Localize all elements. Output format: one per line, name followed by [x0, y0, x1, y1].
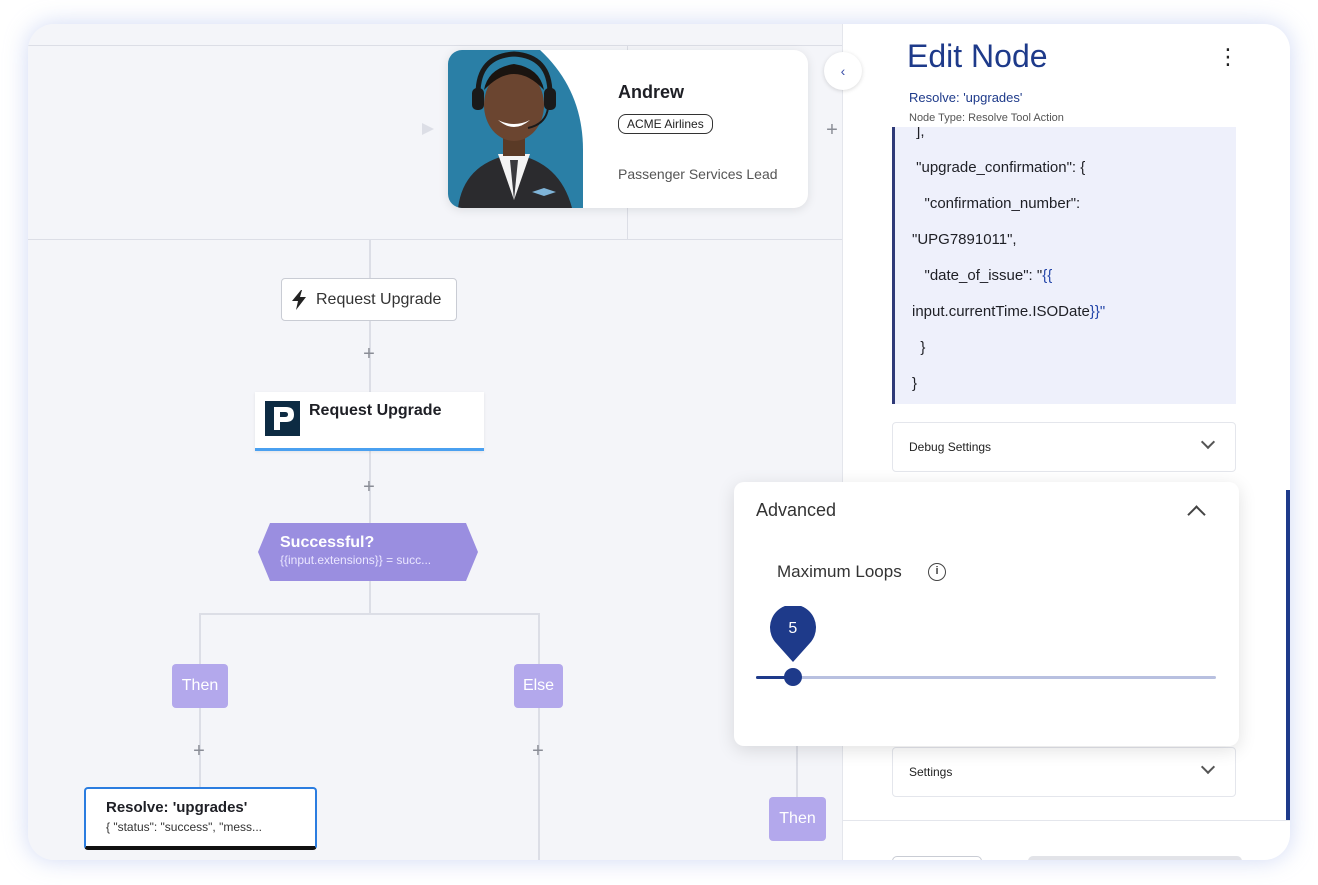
node-name: Resolve: 'upgrades' — [909, 90, 1023, 105]
canvas-divider-line — [28, 239, 842, 240]
agent-name: Andrew — [618, 82, 685, 102]
then-branch[interactable]: Then — [172, 664, 228, 708]
action-label: Request Upgrade — [309, 402, 442, 419]
chevron-left-icon: ‹ — [840, 63, 846, 79]
debug-settings-accordion[interactable]: Debug Settings — [892, 422, 1236, 472]
condition-title: Successful? — [280, 534, 375, 551]
chevron-down-icon — [1200, 434, 1216, 450]
code-line: "date_of_issue": "{{ — [912, 267, 1053, 284]
max-loops-slider[interactable] — [756, 668, 1216, 686]
slider-thumb[interactable] — [783, 668, 802, 686]
agent-photo — [448, 50, 583, 208]
chevron-down-icon — [1200, 759, 1216, 775]
footer-primary-button[interactable] — [1028, 856, 1242, 860]
branch-connector-line — [199, 613, 540, 615]
connector-line — [369, 581, 371, 614]
add-step-plus-icon[interactable]: + — [360, 344, 378, 364]
info-icon[interactable]: i — [928, 563, 946, 581]
max-loops-label: Maximum Loops — [777, 562, 902, 581]
resolve-subtitle: { "status": "success", "mess... — [106, 820, 263, 834]
trigger-label: Request Upgrade — [316, 290, 442, 308]
agent-role: Passenger Services Lead — [618, 166, 778, 182]
else-branch[interactable]: Else — [514, 664, 563, 708]
connector-line — [369, 240, 371, 278]
resolve-title: Resolve: 'upgrades' — [106, 799, 248, 816]
code-line: "upgrade_confirmation": { — [912, 159, 1086, 176]
advanced-title: Advanced — [756, 500, 837, 520]
chevron-up-icon[interactable] — [1187, 505, 1206, 524]
footer-divider — [843, 820, 1290, 821]
add-step-plus-icon[interactable]: + — [190, 741, 208, 761]
code-line: input.currentTime.ISODate}}" — [912, 303, 1106, 320]
add-step-plus-icon[interactable]: + — [529, 741, 547, 761]
connector-line — [538, 614, 540, 664]
play-icon — [422, 123, 434, 135]
settings-label: Settings — [909, 765, 953, 779]
connector-line — [538, 708, 540, 860]
condition-expression: {{input.extensions}} = succ... — [280, 553, 432, 567]
agent-card[interactable]: Andrew ACME Airlines Passenger Services … — [448, 50, 808, 208]
resolve-node[interactable]: Resolve: 'upgrades' { "status": "success… — [84, 787, 317, 850]
action-node[interactable]: Request Upgrade — [255, 392, 484, 451]
scrollbar[interactable] — [1286, 490, 1290, 820]
code-line: ], — [912, 127, 925, 140]
footer-secondary-button[interactable] — [892, 856, 982, 860]
node-type: Node Type: Resolve Tool Action — [909, 112, 1064, 124]
code-line: "confirmation_number": — [912, 195, 1081, 212]
slider-value-label: 5 — [788, 620, 798, 637]
more-vertical-icon[interactable]: ⋮ — [1217, 46, 1239, 68]
code-line: "UPG7891011", — [912, 231, 1017, 248]
collapse-panel-button[interactable]: ‹ — [824, 52, 862, 90]
then-branch-right[interactable]: Then — [769, 797, 826, 841]
settings-accordion[interactable]: Settings — [892, 747, 1236, 797]
advanced-section: Advanced Maximum Loops i 5 — [734, 482, 1239, 746]
debug-settings-label: Debug Settings — [909, 440, 992, 454]
connector-line — [796, 746, 798, 797]
app-logo-icon — [265, 401, 300, 436]
lightning-icon — [292, 289, 306, 310]
trigger-node[interactable]: Request Upgrade — [281, 278, 457, 321]
condition-node[interactable]: Successful? {{input.extensions}} = succ.… — [258, 523, 478, 581]
add-step-plus-icon[interactable]: + — [360, 477, 378, 497]
code-line: } — [912, 375, 918, 392]
canvas-top-line — [28, 45, 842, 46]
company-tag: ACME Airlines — [618, 114, 713, 134]
add-step-plus-icon[interactable]: + — [823, 120, 841, 140]
code-line: } — [912, 339, 926, 356]
panel-title: Edit Node — [907, 38, 1048, 74]
flow-canvas[interactable]: + + + + + Andrew ACME Airlines Passenger… — [28, 24, 842, 860]
app-frame: + + + + + Andrew ACME Airlines Passenger… — [28, 24, 1290, 860]
connector-line — [199, 614, 201, 664]
code-editor[interactable]: ], "upgrade_confirmation": { "confirmati… — [892, 127, 1236, 404]
